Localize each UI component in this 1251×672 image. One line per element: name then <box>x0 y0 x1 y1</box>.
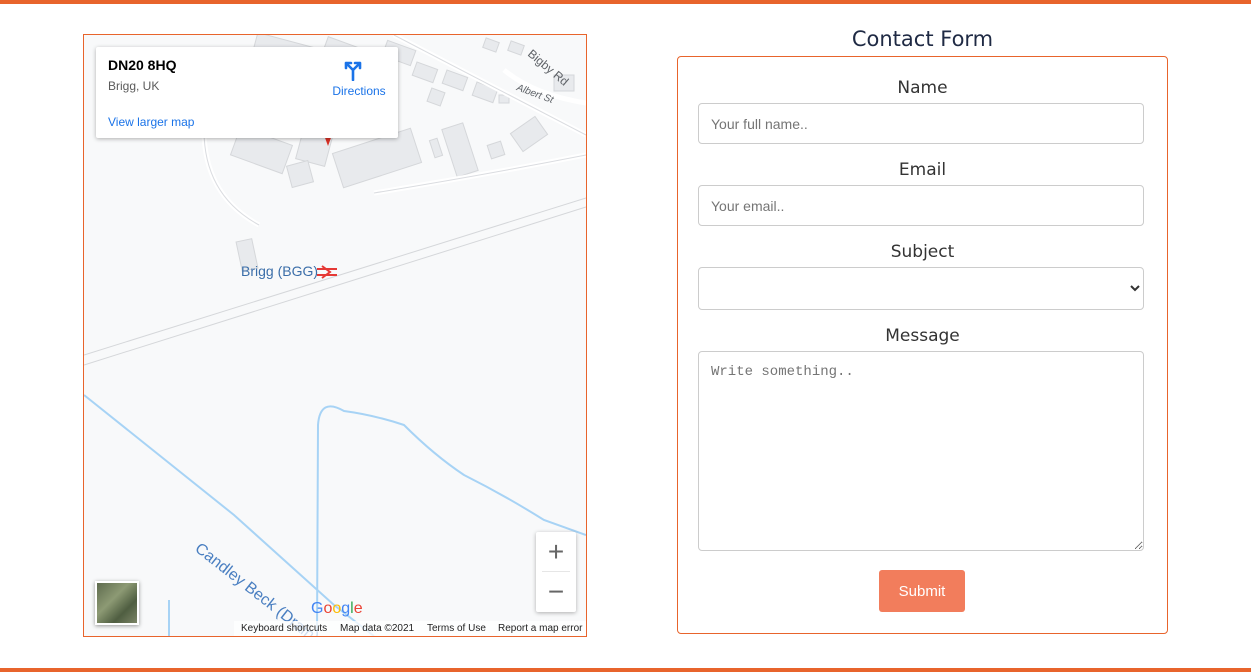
view-larger-map-link[interactable]: View larger map <box>108 115 194 129</box>
map-attribution: Keyboard shortcuts Map data ©2021 Terms … <box>234 621 586 636</box>
logo-letter: o <box>332 600 342 617</box>
national-rail-icon <box>317 265 337 279</box>
email-input[interactable] <box>698 185 1144 226</box>
message-textarea[interactable] <box>698 351 1144 551</box>
embedded-map[interactable]: Bigby Rd Albert St DN20 8HQ Brigg, UK Vi… <box>83 34 587 637</box>
logo-letter: g <box>341 600 351 617</box>
zoom-controls: + − <box>536 532 576 612</box>
zoom-in-button[interactable]: + <box>536 532 576 572</box>
logo-letter: e <box>353 600 363 617</box>
bottom-accent-bar <box>0 668 1251 672</box>
zoom-out-button[interactable]: − <box>536 572 576 612</box>
form-title: Contact Form <box>851 27 994 51</box>
name-input[interactable] <box>698 103 1144 144</box>
terms-of-use-link[interactable]: Terms of Use <box>427 623 486 634</box>
submit-button[interactable]: Submit <box>879 570 965 612</box>
keyboard-shortcuts-link[interactable]: Keyboard shortcuts <box>241 623 327 634</box>
message-label: Message <box>885 326 960 346</box>
place-info-card: DN20 8HQ Brigg, UK View larger map Direc… <box>96 47 398 138</box>
top-accent-bar <box>0 0 1251 4</box>
directions-icon[interactable] <box>342 59 364 81</box>
subject-select[interactable] <box>698 267 1144 310</box>
subject-label: Subject <box>890 242 955 262</box>
contact-form: Name Email Subject Message Submit <box>677 56 1168 634</box>
map-data-label: Map data ©2021 <box>340 623 415 634</box>
name-label: Name <box>897 78 948 98</box>
report-map-error-link[interactable]: Report a map error <box>498 623 582 634</box>
google-logo: Google <box>311 600 363 618</box>
email-label: Email <box>898 160 947 180</box>
directions-link[interactable]: Directions <box>316 84 402 98</box>
logo-letter: G <box>311 600 324 617</box>
satellite-toggle-button[interactable] <box>95 581 139 625</box>
place-subtitle: Brigg, UK <box>108 79 160 93</box>
road-label-bigby: Bigby Rd <box>525 47 571 89</box>
place-title: DN20 8HQ <box>108 57 177 73</box>
station-label: Brigg (BGG) <box>241 263 319 279</box>
